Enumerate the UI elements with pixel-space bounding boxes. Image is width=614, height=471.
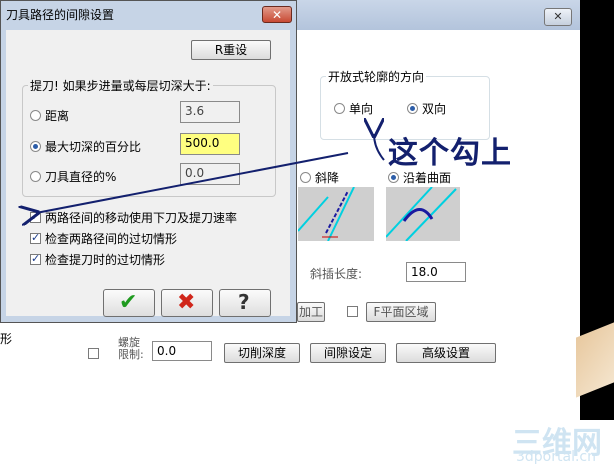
watermark-url: 3dportal.cn [516, 449, 596, 465]
annotation-text: 这个勾上 [388, 136, 512, 171]
arrow-to-gap-option [374, 134, 385, 161]
arrow-to-checkbox [36, 152, 349, 213]
annotation-arrows [0, 0, 385, 471]
